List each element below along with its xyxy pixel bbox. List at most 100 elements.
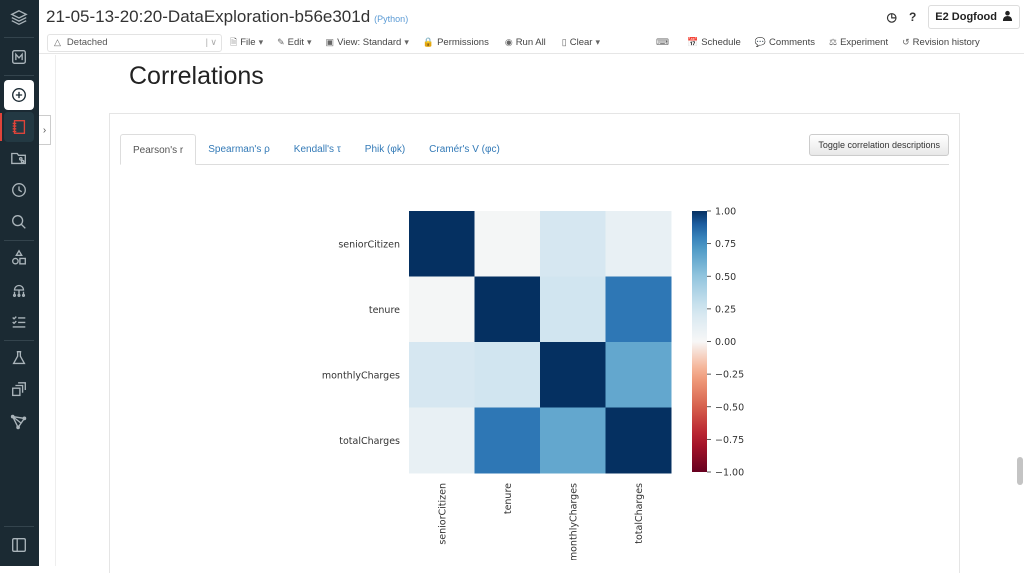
heatmap-cell-totalCharges-tenure [474, 407, 541, 474]
colorbar-tick-label: 0.00 [715, 337, 736, 348]
play-circle-icon: ◉ [504, 37, 513, 47]
colorbar-tick-label: 1.00 [715, 207, 736, 218]
image-icon: ▣ [325, 37, 335, 47]
repos-folder-icon[interactable] [4, 143, 34, 173]
chevron-right-icon: › [42, 124, 47, 136]
schedule-label: Schedule [701, 37, 741, 48]
heatmap-cell-totalCharges-seniorCitizen [409, 407, 475, 474]
calendar-icon: 📅 [686, 37, 699, 47]
scroll-thumb[interactable] [1017, 457, 1023, 485]
file-icon: 🗎 [230, 36, 238, 47]
notebook-title[interactable]: 21-05-13-20:20-DataExploration-b56e301d(… [46, 7, 408, 27]
jobs-checklist-icon[interactable] [4, 307, 34, 337]
colorbar-tick-label: −1.00 [715, 468, 744, 479]
correlation-heatmap: seniorCitizen tenure monthlyCharges totalCh… [322, 207, 744, 561]
tab-kendall[interactable]: Kendall's τ [282, 134, 353, 165]
left-sidebar [0, 0, 39, 566]
notebook-toolbar: △ Detached | ∨ 🗎 File ▾ ✎ Edit ▾ ▣ View: Stan… [39, 32, 1024, 54]
heatmap-cell-tenure-totalCharges [605, 276, 672, 343]
cluster-icon: △ [54, 37, 61, 47]
caret-down-icon: ▾ [595, 37, 600, 47]
toggle-descriptions-button[interactable]: Toggle correlation descriptions [809, 134, 949, 156]
heatmap-cell-seniorCitizen-monthlyCharges [540, 211, 606, 277]
caret-down-icon: ▾ [307, 37, 312, 47]
y-tick-label: monthlyCharges [322, 370, 400, 381]
experiment-label: Experiment [840, 37, 889, 48]
user-menu-button[interactable]: E2 Dogfood [928, 5, 1020, 29]
colorbar-tick-label: −0.75 [715, 435, 744, 446]
y-tick-label: tenure [369, 305, 400, 316]
history-icon: ↺ [902, 37, 910, 47]
models-stack-icon[interactable] [4, 375, 34, 405]
chevron-down-icon: | ∨ [205, 36, 217, 47]
heatmap-cell-tenure-tenure [474, 276, 541, 343]
x-tick-label: monthlyCharges [568, 483, 579, 560]
tab-cramers-v[interactable]: Cramér's V (φc) [417, 134, 512, 165]
feature-store-network-icon[interactable] [4, 407, 34, 437]
heatmap-cell-monthlyCharges-tenure [474, 342, 541, 408]
comments-icon: 💬 [754, 37, 767, 47]
layers-logo-icon[interactable] [4, 3, 34, 33]
tab-pearson[interactable]: Pearson's r [120, 134, 197, 165]
marketplace-m-icon[interactable] [4, 42, 34, 72]
colorbar [692, 211, 707, 472]
recents-clock-icon[interactable] [4, 175, 34, 205]
help-icon[interactable]: ? [909, 10, 916, 24]
comments-label: Comments [769, 37, 815, 48]
notebook-icon[interactable] [4, 112, 34, 142]
x-tick-label: seniorCitizen [437, 483, 448, 545]
notebook-language[interactable]: (Python) [374, 14, 408, 24]
colorbar-tick-label: 0.25 [715, 304, 736, 315]
header-actions: ◷ ? E2 Dogfood [886, 5, 1020, 29]
section-heading: Correlations [129, 62, 264, 90]
edit-icon: ✎ [277, 37, 285, 47]
cluster-select[interactable]: △ Detached | ∨ [47, 33, 222, 52]
notebook-header: 21-05-13-20:20-DataExploration-b56e301d(… [39, 0, 1024, 32]
data-shapes-icon[interactable] [4, 243, 34, 273]
expand-panel-button[interactable]: › [39, 115, 51, 145]
keyboard-icon: ⌨ [655, 37, 669, 47]
heatmap-cell-tenure-seniorCitizen [409, 276, 475, 343]
y-tick-label: totalCharges [339, 436, 400, 447]
keyboard-shortcuts-button[interactable]: ⌨ [656, 37, 669, 48]
experiment-button[interactable]: ⚖ Experiment [829, 37, 888, 48]
create-plus-icon[interactable] [4, 80, 34, 110]
eraser-icon: ▯ [561, 37, 567, 47]
heatmap-cell-tenure-monthlyCharges [540, 276, 606, 343]
heatmap-cell-seniorCitizen-seniorCitizen [409, 211, 475, 277]
heatmap-cell-monthlyCharges-seniorCitizen [409, 342, 475, 408]
compute-cloud-icon[interactable] [4, 275, 34, 305]
run-all-button[interactable]: ◉ Run All [505, 37, 546, 48]
user-label: E2 Dogfood [935, 11, 997, 23]
view-menu[interactable]: ▣ View: Standard ▾ [326, 37, 409, 48]
revision-history-label: Revision history [912, 37, 980, 48]
tab-spearman[interactable]: Spearman's ρ [196, 134, 282, 165]
permissions-button[interactable]: 🔒 Permissions [423, 37, 489, 48]
tab-phik[interactable]: Phik (φk) [353, 134, 417, 165]
clock-icon[interactable]: ◷ [886, 10, 896, 24]
toggle-sidebar-icon[interactable] [4, 530, 34, 560]
search-icon[interactable] [4, 207, 34, 237]
heatmap-cell-totalCharges-monthlyCharges [540, 407, 606, 474]
vertical-scrollbar[interactable] [1015, 55, 1024, 566]
active-indicator [0, 113, 2, 141]
revision-history-button[interactable]: ↺ Revision history [902, 37, 980, 48]
clear-menu[interactable]: ▯ Clear ▾ [562, 37, 600, 48]
content-divider [55, 55, 56, 566]
heatmap-cell-monthlyCharges-totalCharges [605, 342, 672, 408]
lock-icon: 🔒 [422, 37, 435, 47]
experiments-flask-icon[interactable] [4, 343, 34, 373]
schedule-button[interactable]: 📅 Schedule [687, 37, 741, 48]
user-icon [1002, 10, 1013, 24]
colorbar-tick-label: −0.25 [715, 370, 744, 381]
comments-button[interactable]: 💬 Comments [755, 37, 815, 48]
flask-icon: ⚖ [828, 37, 838, 47]
x-tick-label: totalCharges [634, 483, 645, 544]
colorbar-tick-label: 0.50 [715, 272, 736, 283]
permissions-label: Permissions [437, 37, 489, 48]
clear-label: Clear [569, 37, 593, 48]
notebook-title-text: 21-05-13-20:20-DataExploration-b56e301d [46, 7, 371, 26]
edit-menu[interactable]: ✎ Edit ▾ [277, 37, 311, 48]
cluster-value: Detached [66, 37, 108, 48]
file-menu[interactable]: 🗎 File ▾ [230, 35, 263, 51]
